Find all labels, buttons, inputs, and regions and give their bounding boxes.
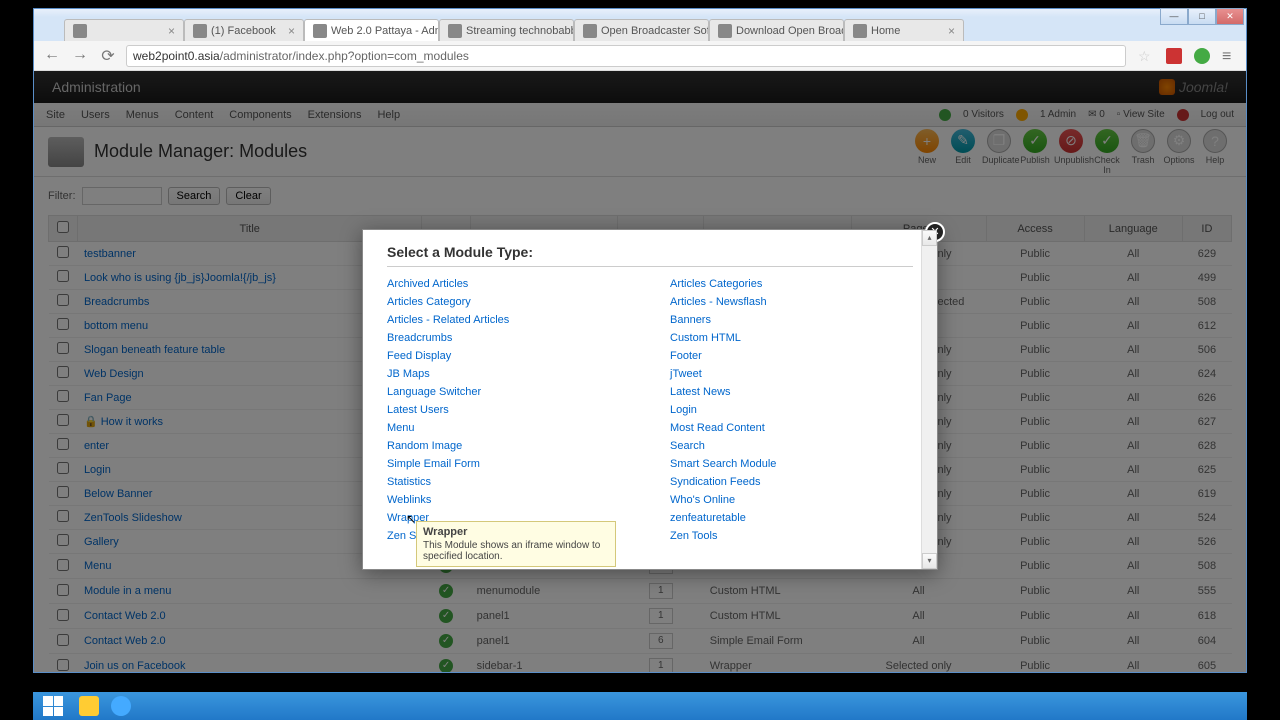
tab-close-icon[interactable]: ×: [288, 24, 295, 38]
chrome-menu-icon[interactable]: ≡: [1222, 48, 1238, 64]
module-type-link[interactable]: Random Image: [387, 437, 630, 455]
module-type-link[interactable]: Breadcrumbs: [387, 329, 630, 347]
module-type-link[interactable]: Login: [670, 401, 913, 419]
browser-tab[interactable]: Home×: [844, 19, 964, 41]
abp-icon[interactable]: [1166, 48, 1182, 64]
browser-tab[interactable]: Streaming technobabble×: [439, 19, 574, 41]
module-type-link[interactable]: Articles Category: [387, 293, 630, 311]
module-type-link[interactable]: Feed Display: [387, 347, 630, 365]
module-type-link[interactable]: Weblinks: [387, 491, 630, 509]
module-type-link[interactable]: Latest Users: [387, 401, 630, 419]
module-type-link[interactable]: Archived Articles: [387, 275, 630, 293]
browser-tab[interactable]: ×: [64, 19, 184, 41]
module-type-link[interactable]: Articles - Related Articles: [387, 311, 630, 329]
module-type-link[interactable]: Statistics: [387, 473, 630, 491]
browser-tab[interactable]: Open Broadcaster Softw×: [574, 19, 709, 41]
module-type-link[interactable]: Latest News: [670, 383, 913, 401]
start-button[interactable]: [33, 692, 73, 720]
module-type-link[interactable]: Smart Search Module: [670, 455, 913, 473]
module-type-link[interactable]: Articles Categories: [670, 275, 913, 293]
module-type-link[interactable]: Custom HTML: [670, 329, 913, 347]
back-button[interactable]: ←: [42, 46, 62, 66]
tab-close-icon[interactable]: ×: [948, 24, 955, 38]
modal-title: Select a Module Type:: [387, 244, 913, 267]
module-type-link[interactable]: Who's Online: [670, 491, 913, 509]
browser-tab[interactable]: (1) Facebook×: [184, 19, 304, 41]
reload-button[interactable]: ⟳: [98, 46, 118, 66]
window-close[interactable]: ✕: [1216, 8, 1244, 25]
windows-taskbar: [33, 692, 1247, 720]
select-module-modal: ✕ ▴ ▾ Select a Module Type: Archived Art…: [362, 229, 938, 570]
browser-tab[interactable]: Web 2.0 Pattaya - Admin×: [304, 19, 439, 41]
wrapper-tooltip: Wrapper This Module shows an iframe wind…: [416, 521, 616, 567]
browser-tab[interactable]: Download Open Broadca×: [709, 19, 844, 41]
address-bar: ← → ⟳ web2point0.asia/administrator/inde…: [34, 41, 1246, 71]
forward-button[interactable]: →: [70, 46, 90, 66]
module-type-link[interactable]: Language Switcher: [387, 383, 630, 401]
module-type-link[interactable]: Articles - Newsflash: [670, 293, 913, 311]
module-type-link[interactable]: Search: [670, 437, 913, 455]
url-input[interactable]: web2point0.asia/administrator/index.php?…: [126, 45, 1126, 67]
bookmark-icon[interactable]: ☆: [1138, 48, 1154, 64]
browser-window: — □ ✕ ×(1) Facebook×Web 2.0 Pattaya - Ad…: [33, 8, 1247, 673]
module-type-link[interactable]: Footer: [670, 347, 913, 365]
taskbar-item[interactable]: [105, 694, 137, 718]
module-type-link[interactable]: zenfeaturetable: [670, 509, 913, 527]
module-type-link[interactable]: JB Maps: [387, 365, 630, 383]
module-type-link[interactable]: Banners: [670, 311, 913, 329]
module-type-link[interactable]: Simple Email Form: [387, 455, 630, 473]
module-type-link[interactable]: Syndication Feeds: [670, 473, 913, 491]
module-type-link[interactable]: Most Read Content: [670, 419, 913, 437]
tab-close-icon[interactable]: ×: [168, 24, 175, 38]
module-type-link[interactable]: jTweet: [670, 365, 913, 383]
taskbar-item[interactable]: [73, 694, 105, 718]
module-type-link[interactable]: Menu: [387, 419, 630, 437]
module-type-link[interactable]: Zen Tools: [670, 527, 913, 545]
window-maximize[interactable]: □: [1188, 8, 1216, 25]
extension-icon[interactable]: [1194, 48, 1210, 64]
window-minimize[interactable]: —: [1160, 8, 1188, 25]
scroll-down[interactable]: ▾: [922, 553, 937, 569]
tab-strip: ×(1) Facebook×Web 2.0 Pattaya - Admin×St…: [34, 17, 1246, 41]
scroll-up[interactable]: ▴: [922, 230, 937, 246]
